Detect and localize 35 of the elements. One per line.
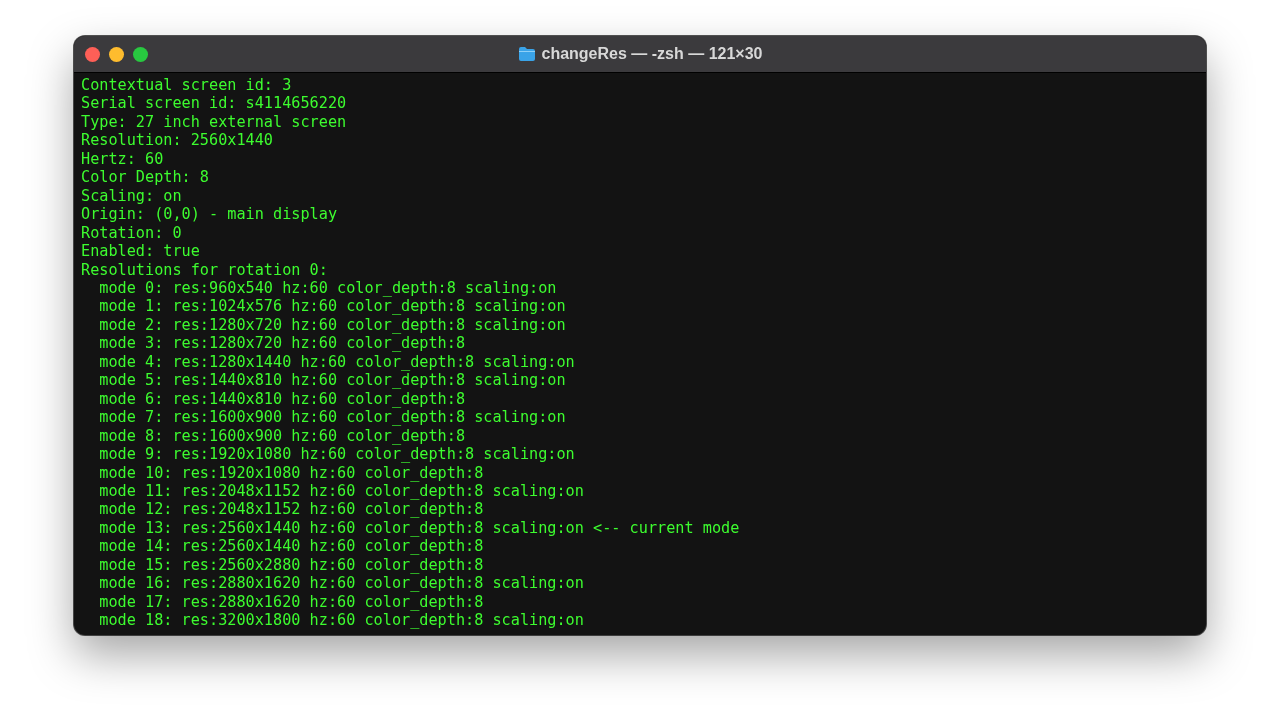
terminal-line: mode 9: res:1920x1080 hz:60 color_depth:8 scaling:on <box>98 445 575 464</box>
terminal-line: mode 2: res:1280x720 hz:60 color_depth:8 scaling:on <box>98 315 566 335</box>
terminal-line: mode 1: res:1024x576 hz:60 color_depth:8 scaling:on <box>98 297 566 316</box>
terminal-line: Resolutions for rotation 0: <box>81 260 328 279</box>
terminal-line: mode 13: res:2560x1440 hz:60 color_depth:8 scaling:on <-- current mode <box>98 518 740 538</box>
terminal-line: mode 4: res:1280x1440 hz:60 color_depth:8 scaling:on <box>98 352 575 372</box>
terminal-line: Resolution: 2560x1440 <box>81 131 274 150</box>
terminal-line: Rotation: 0 <box>81 223 182 243</box>
terminal-line: mode 8: res:1600x900 hz:60 color_depth:8 <box>98 426 466 446</box>
terminal-line: mode 10: res:1920x1080 hz:60 color_depth:8 <box>98 463 484 482</box>
terminal-line: Scaling: on <box>81 186 182 206</box>
terminal-line: Origin: (0,0) - main display <box>81 205 338 224</box>
terminal-line: mode 14: res:2560x1440 hz:60 color_depth:8 <box>98 537 484 556</box>
terminal-line: mode 5: res:1440x810 hz:60 color_depth:8 scaling:on <box>98 371 566 390</box>
close-button[interactable] <box>85 46 100 62</box>
terminal-line: Serial screen id: s4114656220 <box>81 94 347 113</box>
terminal-line: Contextual screen id: 3 <box>81 76 292 95</box>
terminal-line: Enabled: true <box>81 242 200 261</box>
terminal-line: mode 7: res:1600x900 hz:60 color_depth:8 scaling:on <box>98 408 566 427</box>
terminal-line: mode 18: res:3200x1800 hz:60 color_depth:8 scaling:on <box>98 611 584 630</box>
terminal-line: mode 0: res:960x540 hz:60 color_depth:8 scaling:on <box>98 279 557 298</box>
terminal-line: mode 11: res:2048x1152 hz:60 color_depth:8 scaling:on <box>98 481 584 501</box>
zoom-button[interactable] <box>133 46 148 62</box>
window-title: changeRes — -zsh — 121×30 <box>541 45 763 63</box>
terminal-line: mode 3: res:1280x720 hz:60 color_depth:8 <box>98 334 466 353</box>
terminal-line: mode 12: res:2048x1152 hz:60 color_depth:8 <box>98 500 484 519</box>
terminal-line: mode 16: res:2880x1620 hz:60 color_depth:8 scaling:on <box>98 574 584 593</box>
folder-icon <box>517 46 536 62</box>
terminal-line: mode 6: res:1440x810 hz:60 color_depth:8 <box>98 389 466 409</box>
terminal-line: mode 17: res:2880x1620 hz:60 color_depth:8 <box>98 592 484 612</box>
terminal-line: mode 15: res:2560x2880 hz:60 color_depth:8 <box>98 555 484 575</box>
terminal-line: Type: 27 inch external screen <box>81 112 347 132</box>
terminal-line: Color Depth: 8 <box>81 168 209 187</box>
terminal-line: Hertz: 60 <box>81 149 164 169</box>
minimize-button[interactable] <box>109 46 124 62</box>
